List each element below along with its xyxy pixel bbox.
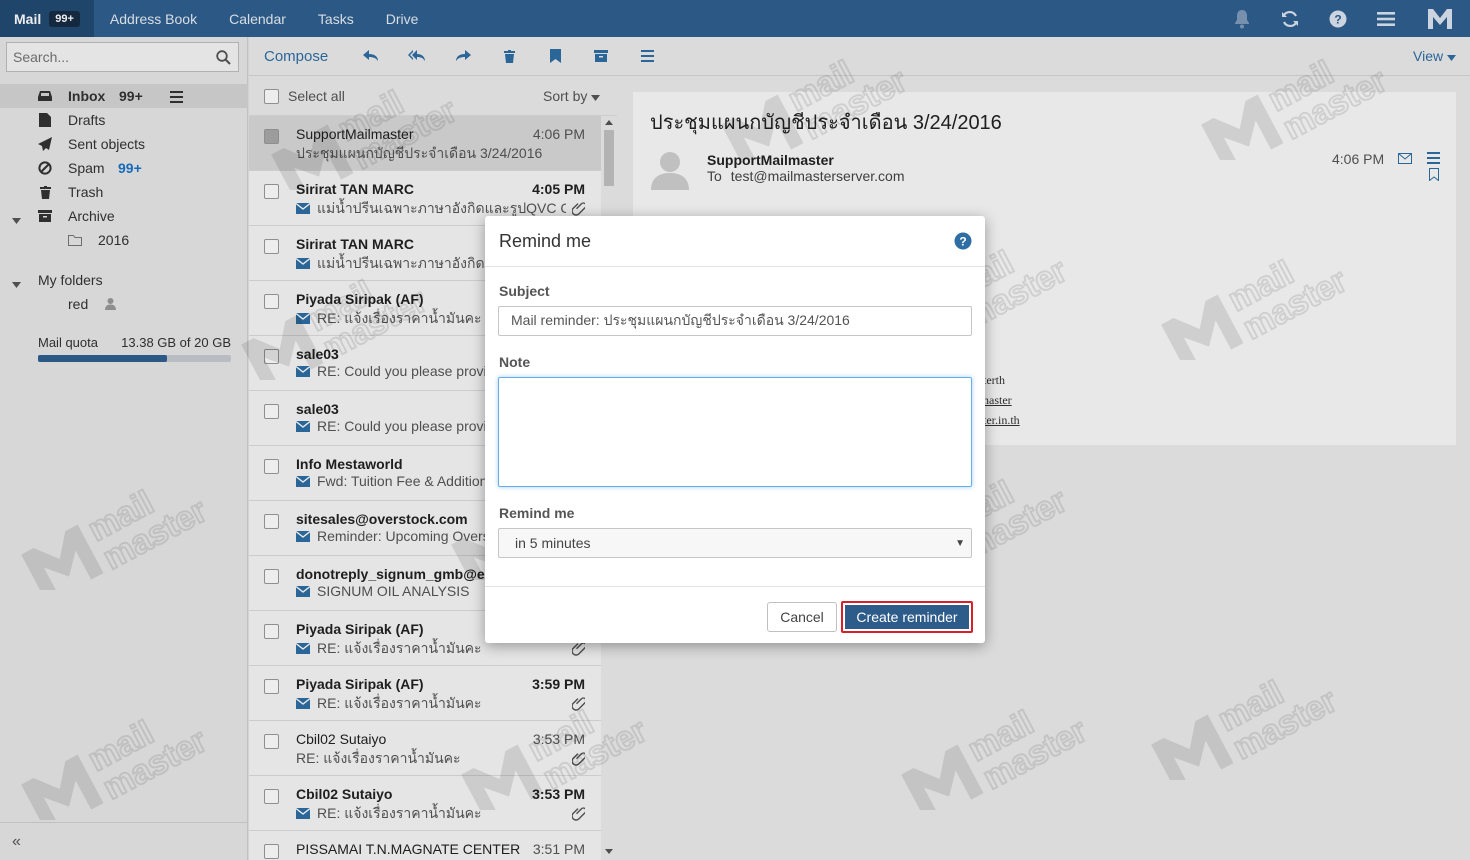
dialog-footer: Cancel Create reminder	[485, 586, 985, 643]
dialog-header: Remind me ?	[485, 216, 985, 267]
cancel-button[interactable]: Cancel	[767, 602, 837, 632]
dialog-title: Remind me	[499, 231, 592, 251]
create-reminder-button[interactable]: Create reminder	[841, 601, 973, 633]
note-label: Note	[499, 354, 531, 370]
dropdown-arrow-icon: ▼	[955, 538, 965, 549]
remind-time-select[interactable]: in 5 minutes ▼	[498, 528, 972, 558]
help-icon[interactable]: ?	[954, 232, 972, 253]
remind-me-label: Remind me	[499, 505, 575, 521]
subject-label: Subject	[499, 283, 550, 299]
remind-time-value: in 5 minutes	[515, 535, 591, 551]
subject-input[interactable]: Mail reminder: ประชุมแผนกบัญชีประจำเดือน…	[498, 306, 972, 336]
remind-me-dialog: Remind me ? Subject Mail reminder: ประชุ…	[485, 216, 985, 643]
svg-text:?: ?	[959, 235, 966, 249]
note-textarea[interactable]	[498, 377, 972, 487]
